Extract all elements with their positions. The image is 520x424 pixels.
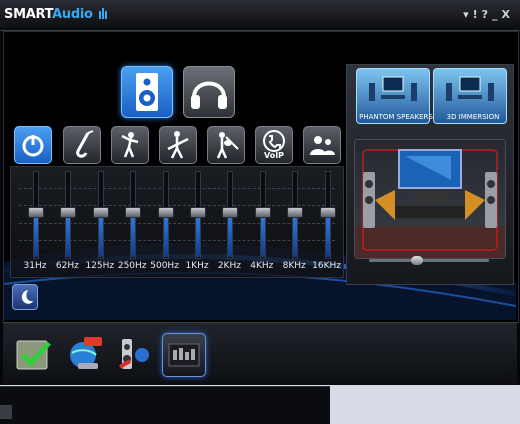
app-logo: SMARTAudio [4, 7, 108, 23]
eq-slider-fill [260, 215, 265, 257]
about-button[interactable]: ? [482, 8, 492, 21]
immersion-room-icon [446, 76, 494, 101]
close-button[interactable]: X [502, 8, 514, 21]
users-icon [310, 136, 335, 155]
effect-guitarist-button[interactable] [159, 126, 197, 164]
eq-slider-fill [34, 215, 38, 257]
guitarist-icon [167, 131, 189, 159]
phantom-room-icon [369, 76, 417, 101]
eq-slider-handle[interactable] [28, 207, 44, 219]
phantom-speakers-button[interactable]: PHANTOM SPEAKERS [356, 68, 433, 124]
title-bar[interactable]: SMARTAudio ▾!?_X [0, 0, 520, 31]
eq-slider-handle[interactable] [287, 207, 304, 219]
eq-slider-handle[interactable] [222, 207, 239, 219]
eq-slider-handle[interactable] [92, 207, 109, 219]
effect-saxophone-button[interactable] [63, 126, 101, 164]
3d-immersion-label: 3D IMMERSION [446, 113, 500, 121]
balance-slider-handle[interactable] [411, 256, 423, 265]
speaker-mic-icon [118, 339, 149, 369]
3d-immersion-button[interactable]: 3D IMMERSION [433, 68, 507, 124]
speaker-device-button[interactable] [121, 66, 173, 118]
underlying-window [0, 386, 330, 424]
taskbar-equalizer-button[interactable] [162, 333, 206, 377]
eq-slider-handle[interactable] [157, 207, 174, 219]
eq-slider-fill [66, 215, 71, 257]
logo-text-accent: Audio [52, 7, 93, 22]
eq-slider-fill [325, 215, 330, 257]
eq-slider-handle[interactable] [319, 207, 336, 219]
eq-slider-handle[interactable] [254, 207, 271, 219]
balance-slider-track[interactable] [369, 259, 489, 262]
taskbar-speaker-test-button[interactable] [114, 333, 156, 375]
logo-bars-icon [98, 8, 108, 23]
underlying-window-icon [0, 405, 12, 419]
eq-slider-handle[interactable] [60, 207, 77, 219]
check-settings-icon [16, 340, 51, 370]
headphone-icon [191, 81, 227, 109]
power-icon [22, 135, 44, 157]
window-controls: ▾!?_X [463, 8, 514, 21]
voip-globe-icon [70, 337, 102, 369]
speaker-icon [136, 73, 158, 111]
effect-dancer-button[interactable] [111, 126, 149, 164]
eq-slider-fill [196, 215, 200, 257]
equalizer-icon [168, 343, 200, 367]
eq-slider-fill [228, 215, 233, 257]
eq-slider-fill [293, 215, 298, 257]
speaker-room-view [354, 139, 506, 259]
voip-label: VoIP [263, 151, 285, 160]
moon-icon [21, 290, 33, 304]
eq-band-16khz: 16KHz [311, 167, 343, 277]
eq-slider-fill [163, 215, 168, 257]
dancer-icon [121, 132, 139, 158]
eq-slider-fill [98, 215, 103, 257]
effect-power-button[interactable] [14, 126, 52, 164]
room-scene [355, 149, 505, 258]
effect-violinist-button[interactable] [207, 126, 245, 164]
minimize-button[interactable]: _ [492, 8, 502, 21]
taskbar-settings-button[interactable] [13, 333, 55, 375]
saxophone-icon [76, 130, 94, 158]
help-button[interactable]: ! [473, 8, 482, 21]
taskbar-voip-button[interactable] [64, 333, 106, 375]
night-mode-button[interactable] [12, 284, 38, 310]
phantom-speakers-label: PHANTOM SPEAKERS [359, 113, 433, 121]
eq-slider-handle[interactable] [190, 207, 206, 219]
headphone-device-button[interactable] [183, 66, 235, 118]
effect-voip-button[interactable]: VoIP [255, 126, 293, 164]
logo-text-main: SMART [4, 7, 53, 22]
menu-dropdown-button[interactable]: ▾ [463, 8, 473, 21]
smartaudio-window: SMARTAudio ▾!?_X VoIP 31Hz 62Hz 125Hz 25… [0, 0, 520, 385]
speaker-config-panel: PHANTOM SPEAKERS 3D IMMERSION [346, 64, 514, 285]
equalizer-panel: 31Hz 62Hz 125Hz 250Hz 500Hz 1KHz 2KHz 4KHz 8KHz 1… [10, 166, 344, 278]
eq-slider-fill [131, 215, 136, 257]
effect-conference-button[interactable] [303, 126, 341, 164]
eq-slider-handle[interactable] [125, 207, 142, 219]
eq-band-label: 16KHz [312, 261, 342, 271]
violinist-icon [216, 132, 239, 159]
